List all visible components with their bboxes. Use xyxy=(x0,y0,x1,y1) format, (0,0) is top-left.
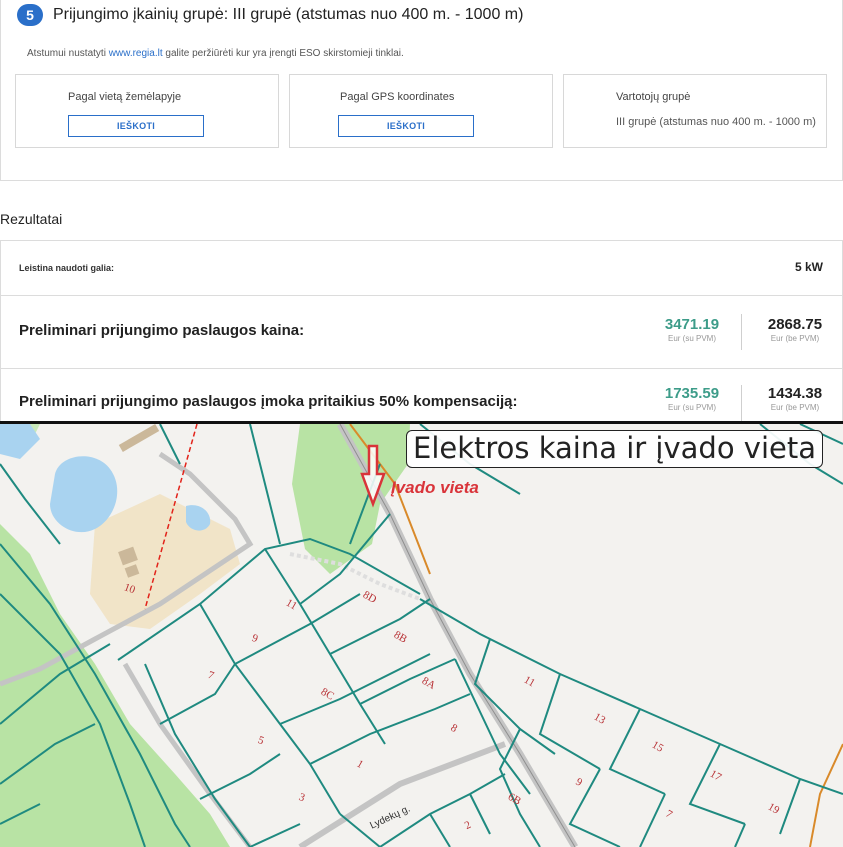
results-heading: Rezultatai xyxy=(0,211,63,227)
street-label: Lydekų g. xyxy=(368,803,412,831)
allowed-power-value: 5 kW xyxy=(794,260,823,274)
parcel-number: 19 xyxy=(766,801,782,817)
parcel-number: 15 xyxy=(650,739,666,755)
parcel-number: 2 xyxy=(463,819,473,832)
gps-coordinates-label: Pagal GPS koordinates xyxy=(340,91,455,103)
yard-area xyxy=(90,494,240,629)
price-with-vat-unit: Eur (su PVM) xyxy=(667,334,716,343)
consumer-group-value: III grupė (atstumas nuo 400 m. - 1000 m) xyxy=(616,116,816,128)
comp-separator xyxy=(741,385,742,421)
parcel-numbers: 10 11 9 7 5 3 8D 8B 8C 8A 8 1 6B 2 11 13… xyxy=(122,581,781,832)
map-caption: Elektros kaina ir įvado vieta xyxy=(406,430,823,468)
entry-point-label: Įvado vieta xyxy=(391,478,479,497)
orange-boundary-right xyxy=(809,743,843,847)
comp-without-vat-unit: Eur (be PVM) xyxy=(770,403,820,412)
price-with-vat-value: 3471.19 xyxy=(664,316,720,333)
step-header: 5 Prijungimo įkainių grupė: III grupė (a… xyxy=(17,4,523,26)
map-search-button[interactable]: IEŠKOTI xyxy=(68,115,204,137)
price-separator xyxy=(741,314,742,350)
regia-link[interactable]: www.regia.lt xyxy=(109,48,163,59)
comp-with-vat: 1735.59 Eur (su PVM) xyxy=(656,385,728,412)
connection-price-label: Preliminari prijungimo paslaugos kaina: xyxy=(19,322,305,339)
parcel-number: 8A xyxy=(420,675,438,692)
consumer-group-card: Vartotojų grupė III grupė (atstumas nuo … xyxy=(563,74,827,148)
parcel-number: 11 xyxy=(522,674,537,690)
building xyxy=(118,424,160,452)
comp-with-vat-unit: Eur (su PVM) xyxy=(667,403,716,412)
distance-note: Atstumui nustatyti www.regia.lt galite p… xyxy=(27,48,404,59)
map-location-label: Pagal vietą žemėlapyje xyxy=(68,91,182,103)
screenshot-root: 5 Prijungimo įkainių grupė: III grupė (a… xyxy=(0,0,843,847)
parcel-number: 8 xyxy=(449,722,460,735)
step-title: Prijungimo įkainių grupė: III grupė (ats… xyxy=(53,6,524,23)
parcel-number: 8D xyxy=(361,589,379,606)
comp-without-vat-value: 1434.38 xyxy=(767,385,823,402)
price-without-vat-value: 2868.75 xyxy=(767,316,823,333)
price-without-vat-unit: Eur (be PVM) xyxy=(770,334,820,343)
consumer-group-label: Vartotojų grupė xyxy=(616,91,691,103)
price-without-vat: 2868.75 Eur (be PVM) xyxy=(759,316,831,343)
road-dashed xyxy=(289,552,421,601)
parcel-number: 8C xyxy=(319,686,336,703)
distance-note-text: Atstumui nustatyti xyxy=(27,48,109,59)
price-with-vat: 3471.19 Eur (su PVM) xyxy=(656,316,728,343)
parcel-number: 8B xyxy=(392,629,409,646)
parcel-number: 13 xyxy=(592,711,608,727)
cadastral-map[interactable]: 10 11 9 7 5 3 8D 8B 8C 8A 8 1 6B 2 11 13… xyxy=(0,424,843,847)
connection-price-row: Preliminari prijungimo paslaugos kaina: … xyxy=(1,296,842,369)
parcel-number: 17 xyxy=(708,768,724,784)
parcel-number: 3 xyxy=(297,791,307,804)
parcel-number: 6B xyxy=(506,791,523,808)
comp-without-vat: 1434.38 Eur (be PVM) xyxy=(759,385,831,412)
parcel-number: 5 xyxy=(256,734,266,747)
results-table: Leistina naudoti galia: 5 kW Preliminari… xyxy=(0,240,843,422)
parcel-number: 9 xyxy=(574,776,585,789)
gps-search-button[interactable]: IEŠKOTI xyxy=(338,115,474,137)
gps-coordinates-card: Pagal GPS koordinates IEŠKOTI xyxy=(289,74,553,148)
map-location-card: Pagal vietą žemėlapyje IEŠKOTI xyxy=(15,74,279,148)
compensated-fee-label: Preliminari prijungimo paslaugos įmoka p… xyxy=(19,393,518,410)
distance-note-text-end: galite peržiūrėti kur yra įrengti ESO sk… xyxy=(162,48,404,59)
parcel-number: 7 xyxy=(206,669,216,682)
parcel-number: 9 xyxy=(250,632,260,645)
pond-small xyxy=(186,505,211,531)
allowed-power-row: Leistina naudoti galia: 5 kW xyxy=(1,241,842,296)
comp-with-vat-value: 1735.59 xyxy=(664,385,720,402)
parcel-number: 1 xyxy=(355,758,366,771)
step-number-badge: 5 xyxy=(17,4,43,26)
parcel-number: 7 xyxy=(664,808,675,821)
connection-group-panel: 5 Prijungimo įkainių grupė: III grupė (a… xyxy=(0,0,843,181)
allowed-power-label: Leistina naudoti galia: xyxy=(19,263,115,273)
compensated-fee-row: Preliminari prijungimo paslaugos įmoka p… xyxy=(1,369,842,422)
